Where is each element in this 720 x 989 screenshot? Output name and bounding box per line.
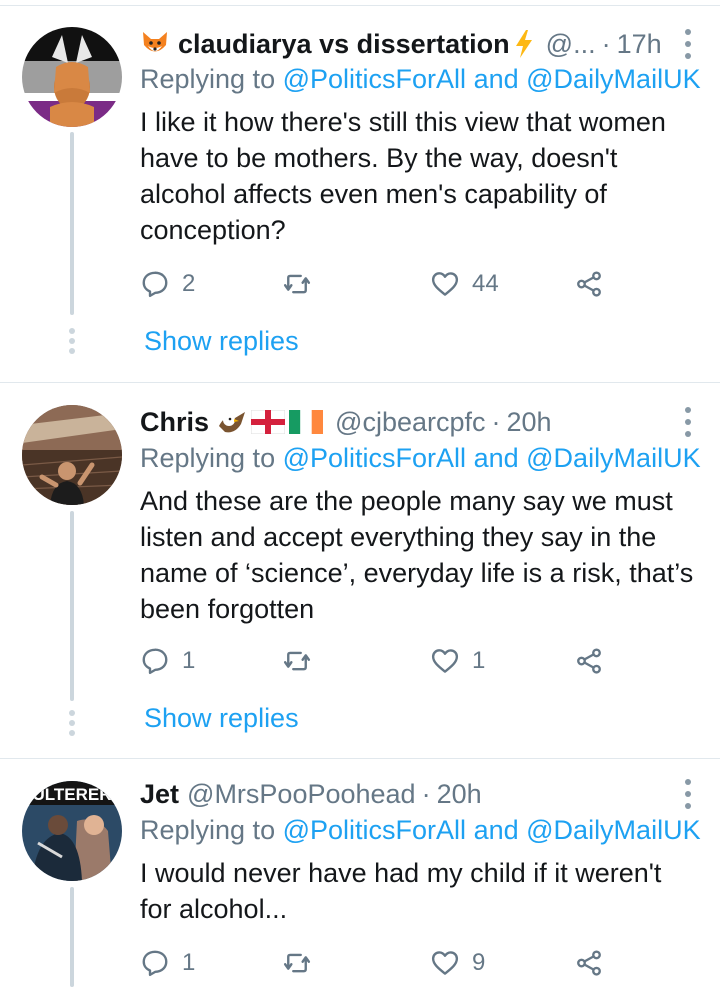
- replying-prefix: Replying to: [140, 443, 276, 473]
- avatar-banner-text: ULTERER: [32, 785, 111, 804]
- like-button[interactable]: 9: [430, 943, 485, 983]
- reply-button[interactable]: 2: [140, 264, 195, 304]
- replying-to: Replying to @PoliticsForAll and @DailyMa…: [140, 815, 701, 846]
- replying-and[interactable]: and: [474, 64, 519, 94]
- avatar[interactable]: [22, 405, 122, 505]
- user-handle[interactable]: @cjbearcpfc: [335, 407, 485, 438]
- mention-link[interactable]: @DailyMailUK: [526, 443, 700, 473]
- tweet-divider: [0, 382, 720, 383]
- reply-count: 1: [182, 949, 196, 976]
- heart-icon: [431, 951, 459, 975]
- replying-prefix: Replying to: [140, 815, 276, 845]
- retweet-button[interactable]: [282, 264, 324, 304]
- tweet-text: I would never have had my child if it we…: [140, 858, 662, 924]
- display-name[interactable]: Chris: [140, 407, 209, 438]
- retweet-icon: [283, 953, 311, 973]
- display-name[interactable]: claudiarya vs dissertation: [178, 29, 510, 60]
- replying-and[interactable]: and: [474, 815, 519, 845]
- like-count: 9: [472, 949, 486, 976]
- replying-to: Replying to @PoliticsForAll and @DailyMa…: [140, 64, 701, 95]
- share-button[interactable]: [574, 943, 604, 983]
- reply-icon: [142, 271, 168, 298]
- fox-emoji-icon: [140, 30, 170, 58]
- heart-icon: [431, 649, 459, 673]
- tweet-header: claudiarya vs dissertation @... · 17h: [140, 24, 700, 64]
- timestamp[interactable]: 20h: [507, 407, 552, 438]
- reply-button[interactable]: 1: [140, 641, 195, 681]
- like-count: 44: [472, 270, 499, 297]
- tweet-actions: 1 1: [140, 641, 620, 681]
- tweet-divider: [0, 758, 720, 759]
- display-name[interactable]: Jet: [140, 779, 179, 810]
- share-button[interactable]: [574, 641, 604, 681]
- more-options-icon[interactable]: [684, 407, 692, 437]
- tweet-header: Jet @MrsPooPoohead · 20h: [140, 774, 700, 814]
- more-options-icon[interactable]: [684, 779, 692, 809]
- reply-count: 1: [182, 647, 196, 674]
- tweet-text: I like it how there's still this view th…: [140, 107, 666, 245]
- reply-count: 2: [182, 270, 196, 297]
- like-count: 1: [472, 647, 486, 674]
- heart-icon: [431, 272, 459, 296]
- show-replies-link[interactable]: Show replies: [144, 326, 299, 357]
- user-handle[interactable]: @...: [546, 29, 596, 60]
- more-options-icon[interactable]: [684, 29, 692, 59]
- mention-link[interactable]: @DailyMailUK: [526, 64, 700, 94]
- replying-to: Replying to @PoliticsForAll and @DailyMa…: [140, 443, 701, 474]
- user-handle[interactable]: @MrsPooPoohead: [187, 779, 416, 810]
- reply-icon: [142, 950, 168, 977]
- tweet-actions: 1 9: [140, 943, 620, 983]
- thread-dots: [68, 710, 76, 740]
- timestamp[interactable]: 20h: [437, 779, 482, 810]
- share-icon: [577, 271, 601, 297]
- thread-line: [70, 511, 74, 701]
- thread-line: [70, 887, 74, 987]
- timestamp[interactable]: 17h: [617, 29, 662, 60]
- england-flag-icon: [251, 410, 286, 434]
- separator-dot: ·: [491, 406, 501, 437]
- ireland-flag-icon: [289, 410, 324, 434]
- share-button[interactable]: [574, 264, 604, 304]
- avatar[interactable]: ULTERER: [22, 781, 122, 881]
- like-button[interactable]: 44: [430, 264, 499, 304]
- avatar-image: [22, 27, 122, 127]
- like-button[interactable]: 1: [430, 641, 485, 681]
- retweet-button[interactable]: [282, 943, 324, 983]
- show-replies-link[interactable]: Show replies: [144, 703, 299, 734]
- share-icon: [577, 950, 601, 976]
- avatar-image: [22, 405, 122, 505]
- replying-prefix: Replying to: [140, 64, 276, 94]
- retweet-icon: [283, 651, 311, 671]
- avatar[interactable]: [22, 27, 122, 127]
- lightning-emoji-icon: [514, 30, 534, 58]
- reply-icon: [142, 648, 168, 675]
- avatar-image: ULTERER: [22, 781, 122, 881]
- retweet-icon: [283, 274, 311, 294]
- top-divider: [0, 5, 720, 6]
- share-icon: [577, 648, 601, 674]
- mention-link[interactable]: @DailyMailUK: [526, 815, 700, 845]
- eagle-emoji-icon: [217, 408, 247, 436]
- tweet-actions: 2 44: [140, 264, 620, 304]
- reply-button[interactable]: 1: [140, 943, 195, 983]
- separator-dot: ·: [601, 28, 611, 59]
- separator-dot: ·: [421, 778, 431, 809]
- retweet-button[interactable]: [282, 641, 324, 681]
- tweet-header: Chris @cjbearcpfc · 20h: [140, 402, 700, 442]
- thread-dots: [68, 328, 76, 358]
- mention-link[interactable]: @PoliticsForAll: [283, 443, 466, 473]
- replying-and[interactable]: and: [474, 443, 519, 473]
- tweet-text: And these are the people many say we mus…: [140, 486, 694, 624]
- thread-line: [70, 132, 74, 315]
- mention-link[interactable]: @PoliticsForAll: [283, 64, 466, 94]
- mention-link[interactable]: @PoliticsForAll: [283, 815, 466, 845]
